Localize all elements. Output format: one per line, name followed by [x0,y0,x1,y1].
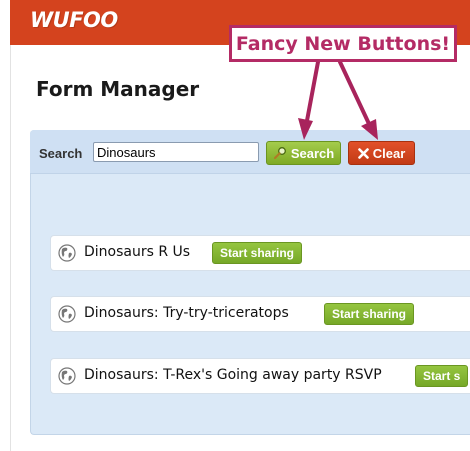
annotation-arrows [298,60,378,140]
annotation-callout: Fancy New Buttons! [229,25,457,62]
